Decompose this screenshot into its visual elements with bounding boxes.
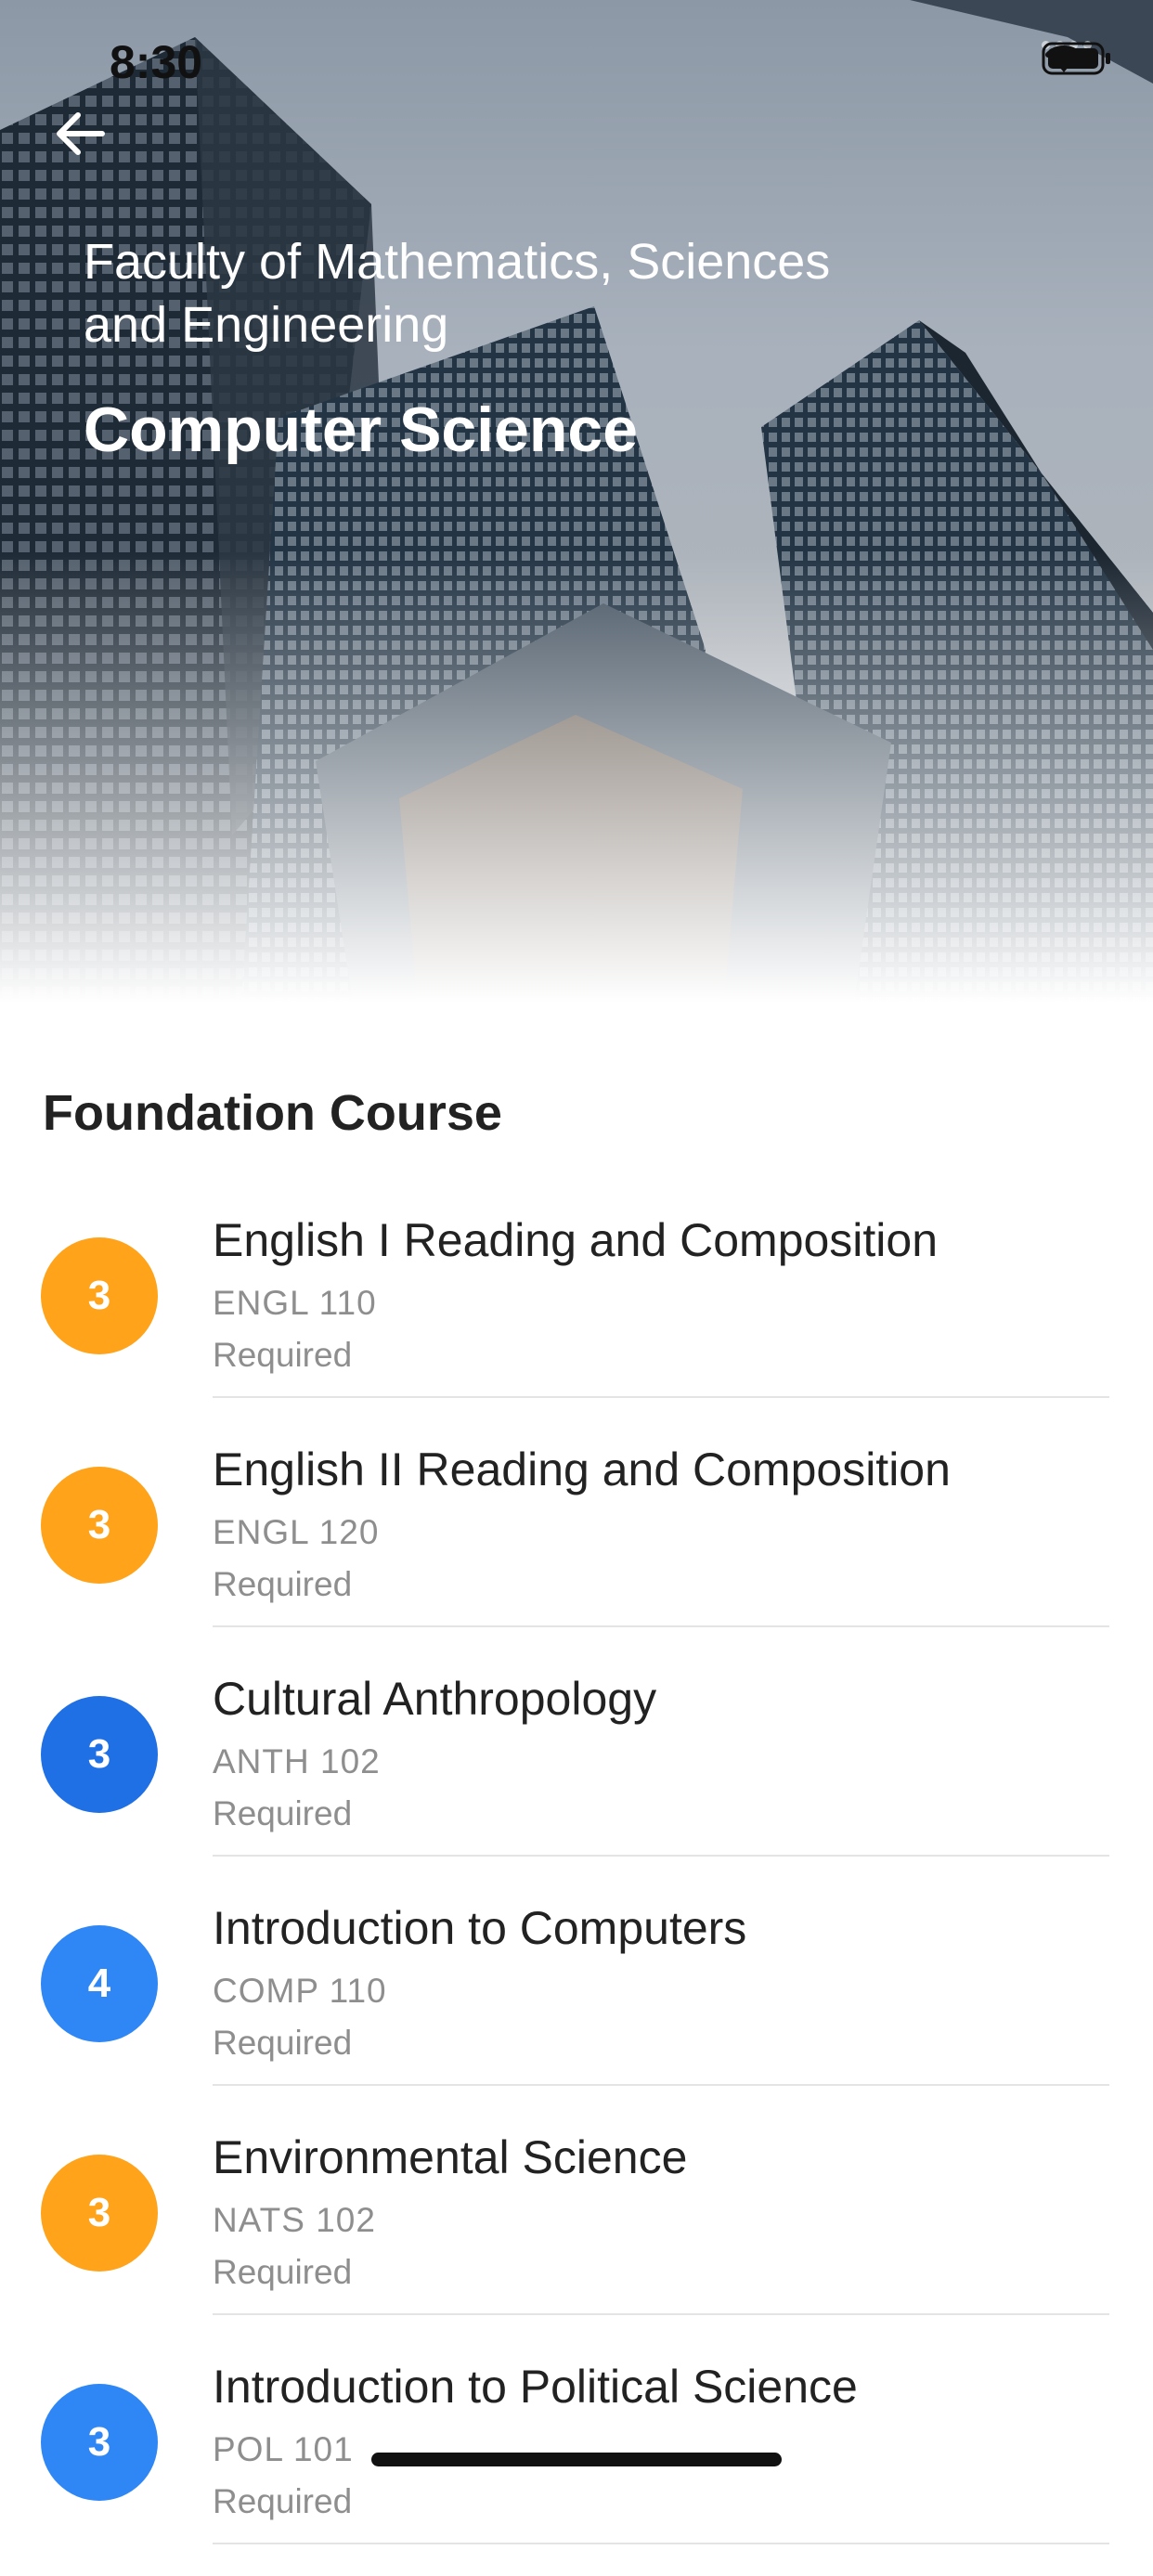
course-name: Cultural Anthropology — [213, 1673, 657, 1725]
course-status: Required — [213, 2024, 353, 2062]
course-row[interactable]: 3 Environmental Science NATS 102 Require… — [0, 2117, 1153, 2347]
course-code: COMP 110 — [213, 1972, 387, 2010]
course-code: ENGL 110 — [213, 1284, 377, 1322]
credits-badge: 3 — [41, 2155, 158, 2272]
back-button[interactable] — [50, 104, 117, 171]
section-title: Foundation Course — [43, 1085, 502, 1141]
battery-icon — [1042, 42, 1110, 75]
course-status: Required — [213, 1794, 353, 1832]
course-status: Required — [213, 2482, 353, 2520]
home-indicator[interactable] — [371, 2453, 782, 2466]
course-status: Required — [213, 1565, 353, 1603]
course-row[interactable]: 3 English II Reading and Composition ENG… — [0, 1430, 1153, 1659]
course-code: ENGL 120 — [213, 1513, 380, 1551]
course-name: Introduction to Computers — [213, 1902, 747, 1954]
course-name: Environmental Science — [213, 2131, 688, 2183]
course-name: English I Reading and Composition — [213, 1214, 939, 1266]
arrow-left-icon — [57, 112, 105, 155]
credits-badge: 4 — [41, 1925, 158, 2042]
divider — [213, 2313, 1109, 2315]
course-row[interactable]: 4 Introduction to Computers COMP 110 Req… — [0, 1888, 1153, 2117]
program-title: Computer Science — [84, 395, 639, 465]
status-time: 8:30 — [110, 36, 203, 88]
divider — [213, 2084, 1109, 2086]
faculty-title: Faculty of Mathematics, Sciences and Eng… — [84, 234, 831, 353]
hero-image: 8:30 Faculty of Mathematics, Sciences an… — [0, 0, 1153, 1003]
course-name: Introduction to Political Science — [213, 2361, 858, 2413]
credits-badge: 3 — [41, 1237, 158, 1354]
divider — [213, 1625, 1109, 1627]
course-code: POL 101 — [213, 2430, 354, 2468]
course-row[interactable]: 3 English I Reading and Composition ENGL… — [0, 1200, 1153, 1430]
course-list: 3 English I Reading and Composition ENGL… — [0, 1200, 1153, 2576]
course-status: Required — [213, 1336, 353, 1374]
divider — [213, 2543, 1109, 2544]
divider — [213, 1855, 1109, 1857]
status-indicators — [1042, 41, 1110, 75]
credits-badge: 3 — [41, 2384, 158, 2501]
course-status: Required — [213, 2253, 353, 2291]
credits-badge: 3 — [41, 1467, 158, 1584]
divider — [213, 1396, 1109, 1398]
course-code: ANTH 102 — [213, 1742, 381, 1780]
course-name: English II Reading and Composition — [213, 1443, 951, 1495]
credits-badge: 3 — [41, 1696, 158, 1813]
skyscrapers-image — [0, 0, 1153, 1003]
course-row[interactable]: 3 Cultural Anthropology ANTH 102 Require… — [0, 1659, 1153, 1888]
course-code: NATS 102 — [213, 2201, 376, 2239]
